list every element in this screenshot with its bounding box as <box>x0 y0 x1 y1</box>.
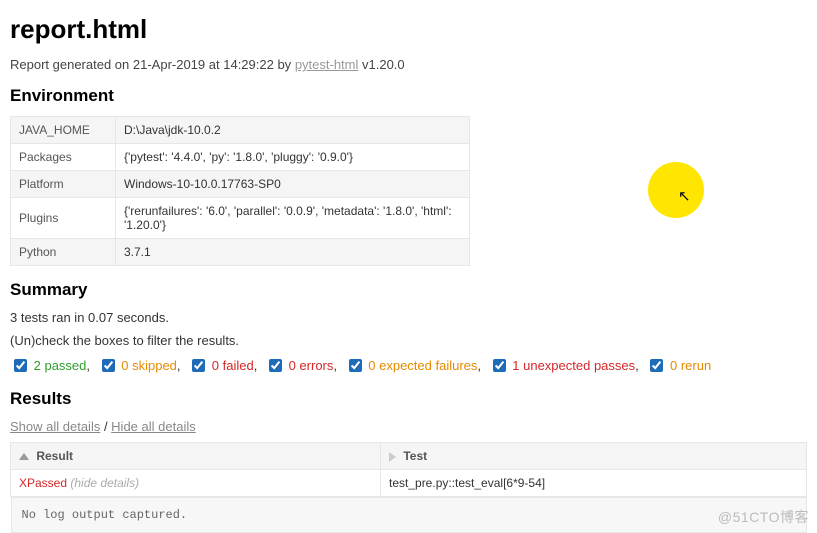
summary-heading: Summary <box>10 280 807 300</box>
gen-version: v1.20.0 <box>358 57 404 72</box>
filter-errors-checkbox[interactable] <box>269 359 282 372</box>
hide-all-details-link[interactable]: Hide all details <box>111 419 196 434</box>
filter-passed-label: 2 passed <box>34 358 87 373</box>
gen-by: by <box>274 57 295 72</box>
filter-failed-label: 0 failed <box>212 358 254 373</box>
toggle-sep: / <box>100 419 111 434</box>
pytest-html-link[interactable]: pytest-html <box>295 57 359 72</box>
env-key: Packages <box>11 144 116 171</box>
test-cell: test_pre.py::test_eval[6*9-54] <box>381 470 807 497</box>
filter-errors-label: 0 errors <box>289 358 334 373</box>
gen-at: at <box>205 57 223 72</box>
filter-errors[interactable]: 0 errors, <box>265 358 337 373</box>
sort-asc-icon <box>19 453 29 460</box>
filter-failed-checkbox[interactable] <box>192 359 205 372</box>
filter-xpass-checkbox[interactable] <box>493 359 506 372</box>
show-all-details-link[interactable]: Show all details <box>10 419 100 434</box>
results-table: Result Test XPassed (hide details) test_… <box>10 442 807 533</box>
table-row: Packages{'pytest': '4.4.0', 'py': '1.8.0… <box>11 144 470 171</box>
toggle-links: Show all details / Hide all details <box>10 419 807 434</box>
table-row: Python3.7.1 <box>11 239 470 266</box>
table-row: XPassed (hide details) test_pre.py::test… <box>11 470 807 497</box>
hide-details-link[interactable]: (hide details) <box>70 476 139 490</box>
filter-skipped-label: 0 skipped <box>121 358 177 373</box>
page-title: report.html <box>10 14 807 45</box>
generated-line: Report generated on 21-Apr-2019 at 14:29… <box>10 57 807 72</box>
filter-failed[interactable]: 0 failed, <box>188 358 257 373</box>
table-row: Plugins{'rerunfailures': '6.0', 'paralle… <box>11 198 470 239</box>
env-key: Python <box>11 239 116 266</box>
filter-row: 2 passed, 0 skipped, 0 failed, 0 errors,… <box>10 356 807 375</box>
filter-rerun-label: 0 rerun <box>670 358 711 373</box>
filter-rerun-checkbox[interactable] <box>650 359 663 372</box>
environment-table: JAVA_HOMED:\Java\jdk-10.0.2 Packages{'py… <box>10 116 470 266</box>
env-val: D:\Java\jdk-10.0.2 <box>116 117 470 144</box>
gen-date: 21-Apr-2019 <box>133 57 205 72</box>
result-cell: XPassed (hide details) <box>11 470 381 497</box>
filter-passed-checkbox[interactable] <box>14 359 27 372</box>
col-test-label: Test <box>403 449 427 463</box>
gen-time: 14:29:22 <box>223 57 274 72</box>
summary-count: 3 tests ran in 0.07 seconds. <box>10 310 807 325</box>
filter-passed[interactable]: 2 passed, <box>10 358 90 373</box>
watermark: @51CTO博客 <box>718 507 809 527</box>
env-val: {'rerunfailures': '6.0', 'parallel': '0.… <box>116 198 470 239</box>
sort-icon <box>389 452 396 462</box>
filter-hint: (Un)check the boxes to filter the result… <box>10 333 807 348</box>
col-test-header[interactable]: Test <box>381 443 807 470</box>
env-key: Platform <box>11 171 116 198</box>
env-key: Plugins <box>11 198 116 239</box>
col-result-header[interactable]: Result <box>11 443 381 470</box>
filter-xpass-label: 1 unexpected passes <box>512 358 635 373</box>
environment-heading: Environment <box>10 86 807 106</box>
col-result-label: Result <box>36 449 73 463</box>
filter-skipped[interactable]: 0 skipped, <box>98 358 181 373</box>
cursor-highlight <box>648 162 704 218</box>
result-status: XPassed <box>19 476 67 490</box>
log-output: No log output captured. <box>11 497 807 533</box>
env-val: {'pytest': '4.4.0', 'py': '1.8.0', 'plug… <box>116 144 470 171</box>
filter-xfail-label: 0 expected failures <box>368 358 477 373</box>
filter-xpass[interactable]: 1 unexpected passes, <box>489 358 639 373</box>
env-val: 3.7.1 <box>116 239 470 266</box>
filter-xfail[interactable]: 0 expected failures, <box>345 358 481 373</box>
gen-prefix: Report generated on <box>10 57 133 72</box>
results-header-row: Result Test <box>11 443 807 470</box>
cursor-arrow-icon: ↖ <box>678 187 691 205</box>
table-row: JAVA_HOMED:\Java\jdk-10.0.2 <box>11 117 470 144</box>
table-row: PlatformWindows-10-10.0.17763-SP0 <box>11 171 470 198</box>
log-row: No log output captured. <box>11 497 807 533</box>
filter-xfail-checkbox[interactable] <box>349 359 362 372</box>
env-val: Windows-10-10.0.17763-SP0 <box>116 171 470 198</box>
results-heading: Results <box>10 389 807 409</box>
env-key: JAVA_HOME <box>11 117 116 144</box>
filter-skipped-checkbox[interactable] <box>102 359 115 372</box>
filter-rerun[interactable]: 0 rerun <box>646 358 711 373</box>
